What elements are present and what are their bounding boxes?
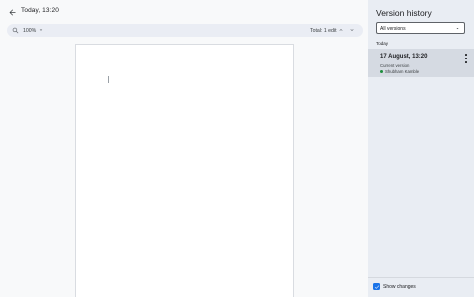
version-item[interactable]: 17 August, 13:20 Current version Shubham… [368, 49, 474, 77]
previous-edit-icon[interactable] [338, 27, 344, 33]
back-button[interactable] [6, 6, 18, 18]
show-changes-checkbox[interactable] [373, 283, 380, 290]
edit-count: Total: 1 edit [310, 27, 337, 34]
next-edit-icon[interactable] [349, 27, 355, 33]
version-title: 17 August, 13:20 [380, 54, 428, 60]
more-options-icon[interactable] [464, 54, 468, 63]
app-root: Today, 13:20 100% Total: 1 edit Version … [0, 0, 474, 297]
zoom-icon[interactable] [12, 27, 19, 34]
zoom-level[interactable]: 100% [23, 28, 36, 34]
version-filter-value: All versions [380, 25, 406, 32]
document-toolbar: 100% Total: 1 edit [7, 24, 363, 37]
version-author: Shubham Kamble [385, 68, 420, 74]
header-bar: Today, 13:20 [0, 0, 368, 24]
page-title: Today, 13:20 [21, 7, 59, 14]
author-color-dot [380, 70, 383, 73]
version-subtitle: Current version [380, 63, 410, 68]
footer-divider [368, 277, 474, 278]
checkmark-icon [374, 284, 379, 289]
zoom-dropdown-icon[interactable] [38, 27, 44, 33]
arrow-back-icon [9, 9, 15, 15]
text-cursor [108, 76, 109, 83]
show-changes-label: Show changes [383, 284, 416, 290]
version-filter-select[interactable]: All versions [376, 22, 465, 34]
panel-title: Version history [376, 8, 432, 18]
document-area: Today, 13:20 100% Total: 1 edit [0, 0, 368, 297]
version-group-label: Today [376, 41, 389, 46]
document-page[interactable] [75, 44, 294, 297]
chevron-down-icon [456, 28, 459, 30]
version-history-panel: Version history All versions Today [368, 0, 474, 297]
